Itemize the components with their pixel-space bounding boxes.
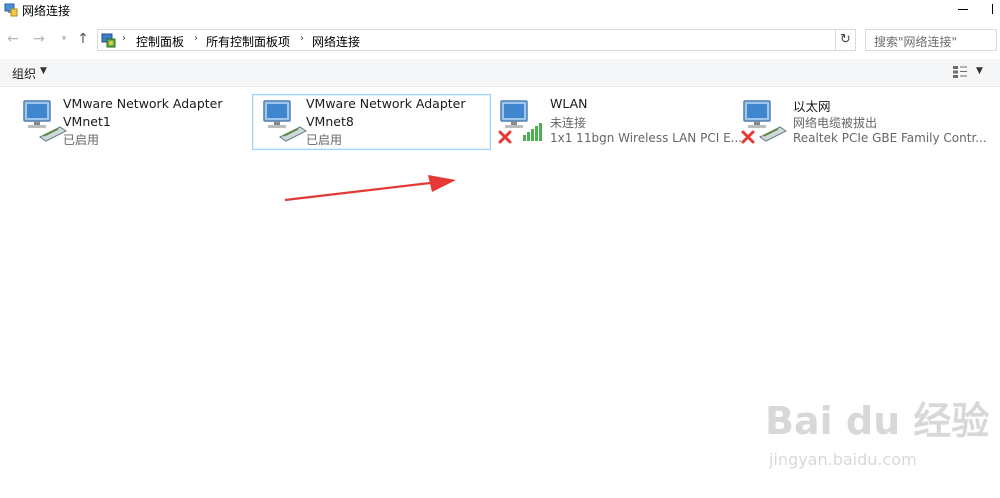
connection-item-vmnet8[interactable]: VMware Network Adapter VMnet8 已启用: [252, 94, 491, 150]
forward-arrow-icon[interactable]: →: [30, 30, 48, 48]
network-adapter-icon: [23, 100, 67, 142]
baidu-jingyan-watermark: Bai du 经验 jingyan.baidu.com: [765, 390, 995, 480]
breadcrumb-network-connections[interactable]: 网络连接: [312, 33, 360, 50]
connection-status: 已启用: [306, 133, 343, 147]
command-bar: 组织 ▼ ▼: [0, 59, 1000, 87]
organize-menu-button[interactable]: 组织: [12, 65, 36, 82]
watermark-brand: Bai du 经验: [765, 399, 990, 443]
disconnected-x-icon: [498, 130, 512, 144]
recent-locations-chevron-icon[interactable]: ▾: [55, 30, 73, 48]
view-options-chevron-icon[interactable]: ▼: [976, 66, 983, 76]
connection-item-vmnet1[interactable]: VMware Network Adapter VMnet1 已启用: [10, 94, 250, 150]
refresh-icon[interactable]: ↻: [836, 29, 856, 51]
connection-name: VMware Network Adapter: [306, 96, 466, 111]
breadcrumb-control-panel[interactable]: 控制面板: [136, 33, 184, 50]
watermark-site: jingyan.baidu.com: [769, 450, 917, 469]
connection-status: 未连接: [550, 116, 587, 130]
search-input[interactable]: 搜索"网络连接": [865, 29, 997, 51]
connection-name: VMware Network Adapter: [63, 96, 223, 111]
connection-item-ethernet[interactable]: 以太网 网络电缆被拔出 Realtek PCIe GBE Family Cont…: [740, 94, 987, 150]
breadcrumb-separator-icon[interactable]: ›: [122, 33, 126, 44]
connection-status: 已启用: [63, 133, 100, 147]
up-arrow-icon[interactable]: ↑: [74, 30, 92, 48]
change-view-icon[interactable]: [952, 65, 968, 79]
control-panel-icon: [101, 33, 116, 48]
breadcrumb-all-items[interactable]: 所有控制面板项: [206, 33, 290, 50]
connection-device: 1x1 11bgn Wireless LAN PCI E...: [550, 131, 743, 145]
connection-name: 以太网: [793, 99, 831, 114]
connection-name: WLAN: [550, 96, 588, 111]
minimize-button[interactable]: [952, 0, 976, 20]
address-row: ← → ▾ ↑ › 控制面板 › 所有控制面板项 › 网络连接 ⌄ ↻ 搜索"网…: [0, 26, 1000, 54]
connection-subname: VMnet8: [306, 114, 354, 129]
breadcrumb-separator-icon[interactable]: ›: [300, 33, 304, 44]
network-connections-icon: [4, 3, 18, 17]
back-arrow-icon[interactable]: ←: [4, 30, 22, 48]
address-bar[interactable]: › 控制面板 › 所有控制面板项 › 网络连接 ⌄: [97, 29, 926, 51]
connection-item-wlan[interactable]: WLAN 未连接 1x1 11bgn Wireless LAN PCI E...: [497, 94, 742, 150]
organize-chevron-icon[interactable]: ▼: [40, 66, 47, 76]
network-adapter-icon: [263, 100, 307, 142]
title-bar: 网络连接: [0, 0, 1000, 22]
disconnected-x-icon: [741, 130, 755, 144]
connection-status: 网络电缆被拔出: [793, 116, 878, 130]
search-placeholder: 搜索"网络连接": [874, 35, 958, 49]
connection-device: Realtek PCIe GBE Family Contr...: [793, 131, 987, 145]
connection-subname: VMnet1: [63, 114, 111, 129]
window-title: 网络连接: [22, 4, 71, 18]
maximize-button[interactable]: [992, 4, 993, 14]
breadcrumb-separator-icon[interactable]: ›: [194, 33, 198, 44]
annotation-arrow-icon: [284, 175, 456, 202]
